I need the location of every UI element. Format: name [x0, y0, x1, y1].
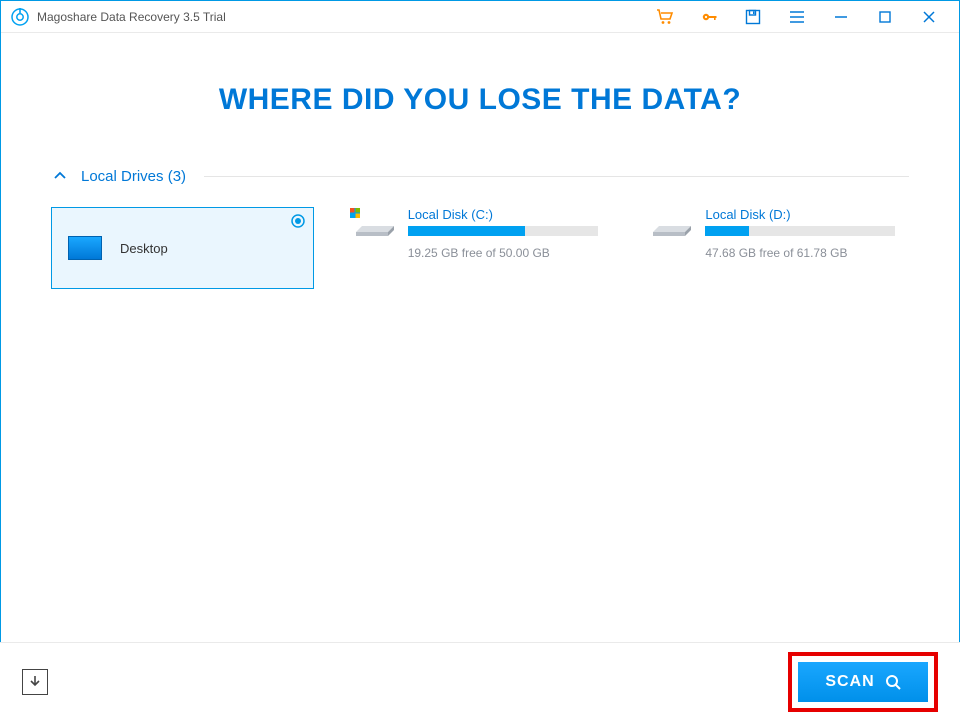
titlebar-left: Magoshare Data Recovery 3.5 Trial — [11, 8, 226, 26]
usage-bar-fill — [408, 226, 525, 236]
disk-icon — [350, 208, 394, 236]
scan-button[interactable]: SCAN — [798, 662, 928, 702]
titlebar-right — [643, 1, 951, 33]
key-icon[interactable] — [687, 1, 731, 33]
app-logo-icon — [11, 8, 29, 26]
main-content: WHERE DID YOU LOSE THE DATA? Local Drive… — [1, 33, 959, 289]
page-headline: WHERE DID YOU LOSE THE DATA? — [51, 83, 909, 117]
cart-icon[interactable] — [643, 1, 687, 33]
chevron-up-icon — [51, 167, 69, 185]
titlebar: Magoshare Data Recovery 3.5 Trial — [1, 1, 959, 33]
usage-bar-fill — [705, 226, 748, 236]
drives-row: Desktop Local — [51, 207, 909, 289]
selected-radio-icon — [291, 214, 305, 228]
maximize-icon[interactable] — [863, 1, 907, 33]
minimize-icon[interactable] — [819, 1, 863, 33]
close-icon[interactable] — [907, 1, 951, 33]
save-icon[interactable] — [731, 1, 775, 33]
import-button[interactable] — [22, 669, 48, 695]
drive-label: Desktop — [120, 241, 168, 256]
scan-button-highlight: SCAN — [788, 652, 938, 712]
footer: SCAN — [0, 642, 960, 720]
drive-card-d[interactable]: Local Disk (D:) 47.68 GB free of 61.78 G… — [647, 207, 909, 289]
desktop-icon — [68, 236, 102, 260]
section-label: Local Drives (3) — [81, 168, 186, 185]
drive-card-desktop[interactable]: Desktop — [51, 207, 314, 289]
disk-free-text: 19.25 GB free of 50.00 GB — [408, 246, 612, 260]
scan-button-label: SCAN — [825, 673, 874, 691]
usage-bar — [705, 226, 895, 236]
menu-icon[interactable] — [775, 1, 819, 33]
usage-bar — [408, 226, 598, 236]
section-header-local-drives[interactable]: Local Drives (3) — [51, 167, 909, 185]
search-icon — [885, 674, 901, 690]
window-title: Magoshare Data Recovery 3.5 Trial — [37, 10, 226, 24]
drive-card-c[interactable]: Local Disk (C:) 19.25 GB free of 50.00 G… — [350, 207, 612, 289]
disk-name: Local Disk (C:) — [408, 207, 598, 222]
disk-icon — [647, 208, 691, 236]
disk-name: Local Disk (D:) — [705, 207, 895, 222]
section-divider — [204, 176, 909, 177]
disk-free-text: 47.68 GB free of 61.78 GB — [705, 246, 909, 260]
